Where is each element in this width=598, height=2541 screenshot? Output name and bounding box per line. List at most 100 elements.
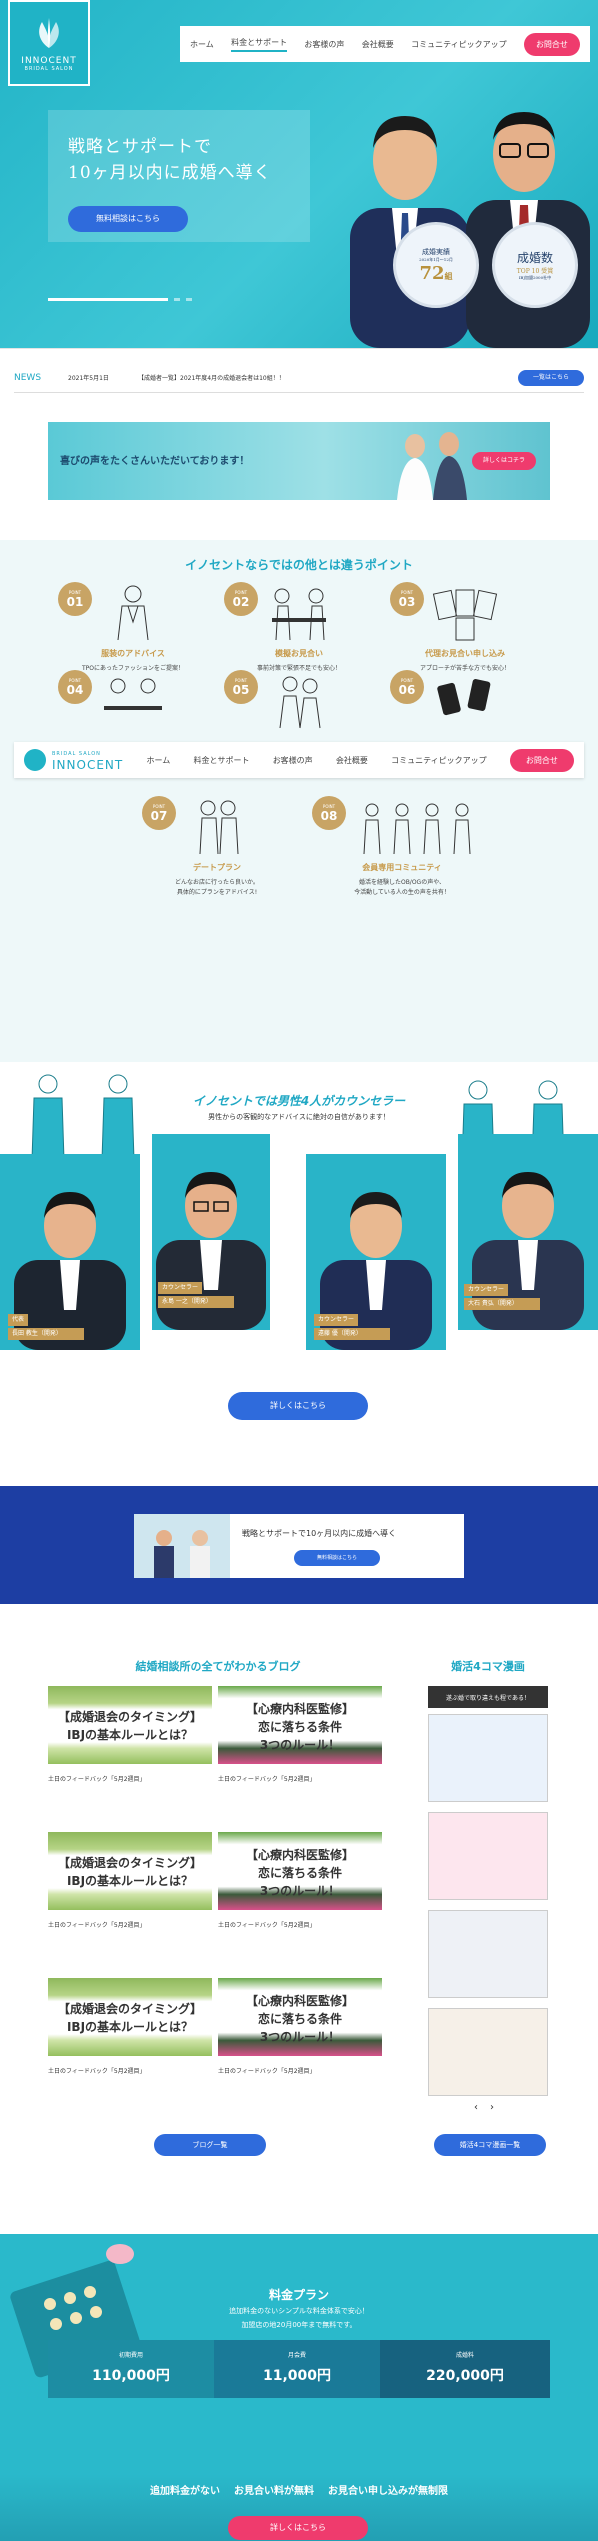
- couple-illustration-icon: [279, 676, 321, 729]
- manga-title: 婚活4コマ漫画: [451, 1660, 525, 1673]
- manga-panel-4[interactable]: [428, 2008, 548, 2096]
- sticky-nav-company[interactable]: 会社概要: [336, 755, 368, 766]
- counselor-1-name: 長田 教生（開発）: [8, 1328, 84, 1340]
- nav-home[interactable]: ホーム: [190, 39, 214, 50]
- nav-voice[interactable]: お客様の声: [304, 39, 344, 50]
- logo[interactable]: INNOCENT BRIDAL SALON: [8, 0, 90, 86]
- voice-banner-text: 喜びの声をたくさんいただいております！: [60, 456, 250, 467]
- points-title: イノセントならではの他とは違うポイント: [185, 558, 413, 572]
- price-initial: 初期費用 110,000円: [48, 2340, 214, 2398]
- point-07: POINT 07 デートプラン どんなお店に行ったら良いか。 具体的にプランをアドバ…: [132, 796, 302, 896]
- voice-detail-button[interactable]: 詳しくはコチラ: [472, 452, 536, 470]
- manga-panel-1[interactable]: [428, 1714, 548, 1802]
- news-date: 2021年5月1日: [68, 375, 109, 382]
- blog-post-2-thumb: 【心療内科医監修】 恋に落ちる条件 3つのルール！: [218, 1686, 382, 1764]
- cta-band-card[interactable]: 戦略とサポートで10ヶ月以内に成婚へ導く 無料相談はこちら: [134, 1514, 464, 1578]
- medal1-value: 72: [419, 262, 445, 284]
- news-bar: NEWS 2021年5月1日 【成婚者一覧】2021年度4月の成婚退会者は10組…: [0, 348, 598, 406]
- sticky-nav-community[interactable]: コミュニティピックアップ: [391, 755, 487, 766]
- point-06-badge: POINT 06: [390, 670, 424, 704]
- point-04-number: 04: [66, 682, 84, 697]
- counselor-card-4[interactable]: カウンセラー 大石 貴弘（開発）: [458, 1134, 598, 1330]
- counselor-3-name: 遠藤 優（開発）: [314, 1328, 390, 1340]
- price-benefits: 追加料金がない お見合い料が無料 お見合い申し込みが無制限: [0, 2482, 598, 2497]
- blog-post-6-title-line2: 恋に落ちる条件: [257, 2012, 342, 2026]
- counselor-2-name: 永島 一之（開発）: [158, 1296, 234, 1308]
- nav-community[interactable]: コミュニティピックアップ: [411, 39, 507, 50]
- blog-post-5-caption: 土日のフィードバック「5月2週目」: [48, 2068, 146, 2075]
- medal-top10: 成婚数 TOP 10 受賞 IBJ加盟2000社中: [492, 222, 578, 308]
- sticky-logo[interactable]: BRIDAL SALON INNOCENT: [24, 749, 123, 771]
- blog-post-6-caption: 土日のフィードバック「5月2週目」: [218, 2068, 316, 2075]
- sticky-header: BRIDAL SALON INNOCENT ホーム 料金とサポート お客様の声 …: [14, 742, 584, 778]
- point-03-number: 03: [398, 594, 416, 609]
- point-08-desc: 婚活を経験したOB/OGの声や、 今活動している人の生の声を共有！: [302, 878, 502, 898]
- counselor-3-role: カウンセラー: [314, 1314, 359, 1326]
- point-01-badge: POINT 01: [58, 582, 92, 616]
- cta-band-button[interactable]: 無料相談はこちら: [294, 1550, 380, 1566]
- hero-catchcopy: 戦略とサポートで 10ヶ月以内に成婚へ導く: [68, 134, 272, 186]
- nav-price[interactable]: 料金とサポート: [231, 37, 288, 52]
- date-plan-illustration-icon: [199, 800, 239, 855]
- benefit-no-extra-fee: 追加料金がない: [150, 2486, 220, 2497]
- counselor-card-1[interactable]: 代表 長田 教生（開発）: [0, 1154, 140, 1350]
- blog-post-6[interactable]: 【心療内科医監修】 恋に落ちる条件 3つのルール！ 土日のフィードバック「5月2週目…: [218, 1978, 382, 2088]
- sticky-logo-icon: [24, 749, 46, 771]
- top-nav: ホーム 料金とサポート お客様の声 会社概要 コミュニティピックアップ お問合せ: [180, 26, 590, 62]
- price-initial-value: 110,000円: [92, 2368, 170, 2384]
- blog-post-4[interactable]: 【心療内科医監修】 恋に落ちる条件 3つのルール！ 土日のフィードバック「5月2週目…: [218, 1832, 382, 1942]
- blog-post-3-title-line2: IBJの基本ルールとは？: [66, 1874, 194, 1888]
- point-07-title: デートプラン: [193, 863, 241, 872]
- medal1-label: 成婚実績: [422, 247, 450, 256]
- blog-post-2[interactable]: 【心療内科医監修】 恋に落ちる条件 3つのルール！ 土日のフィードバック「5月2週目…: [218, 1686, 382, 1796]
- manga-list-button[interactable]: 婚活4コマ漫画一覧: [434, 2134, 546, 2156]
- free-consult-button[interactable]: 無料相談はこちら: [68, 206, 188, 232]
- point-01-number: 01: [66, 594, 84, 609]
- medal2-sub: TOP 10 受賞: [516, 268, 554, 275]
- blog-post-4-title-line3: 3つのルール！: [259, 1884, 341, 1898]
- mock-date-illustration-icon: [272, 588, 326, 641]
- contact-button[interactable]: お問合せ: [523, 32, 580, 56]
- sticky-nav-price[interactable]: 料金とサポート: [193, 755, 249, 766]
- manga-panel-3[interactable]: [428, 1910, 548, 1998]
- blog-post-3[interactable]: 【成婚退会のタイミング】 IBJの基本ルールとは？ 土日のフィードバック「5月2週…: [48, 1832, 212, 1942]
- counselor-detail-button[interactable]: 詳しくはこちら: [228, 1392, 368, 1420]
- blog-post-1-thumb: 【成婚退会のタイミング】 IBJの基本ルールとは？: [48, 1686, 212, 1764]
- counselor-title: イノセントでは男性4人がカウンセラー: [192, 1094, 406, 1108]
- blog-post-4-caption: 土日のフィードバック「5月2週目」: [218, 1922, 316, 1929]
- news-list-button[interactable]: 一覧はこちら: [518, 369, 584, 386]
- logo-tagline: BRIDAL SALON: [24, 66, 74, 72]
- point-07-badge: POINT 07: [142, 796, 176, 830]
- price-detail-button[interactable]: 詳しくはこちら: [228, 2516, 368, 2540]
- blog-post-1[interactable]: 【成婚退会のタイミング】 IBJの基本ルールとは？ 土日のフィードバック「5月2週…: [48, 1686, 212, 1796]
- sticky-nav-voice[interactable]: お客様の声: [273, 755, 313, 766]
- blog-post-5-title-line2: IBJの基本ルールとは？: [66, 2020, 194, 2034]
- news-headline[interactable]: 【成婚者一覧】2021年度4月の成婚退会者は10組！！: [138, 373, 518, 382]
- blog-post-6-title-line3: 3つのルール！: [259, 2030, 341, 2044]
- sticky-contact-button[interactable]: お問合せ: [509, 748, 574, 772]
- point-05-badge: POINT 05: [224, 670, 258, 704]
- blog-list-button[interactable]: ブログ一覧: [154, 2134, 266, 2156]
- slider-indicator[interactable]: [48, 298, 192, 301]
- voice-banner[interactable]: 喜びの声をたくさんいただいております！ 詳しくはコチラ: [48, 422, 550, 500]
- manga-panel-2[interactable]: [428, 1812, 548, 1900]
- sticky-nav-home[interactable]: ホーム: [146, 755, 170, 766]
- price-success: 成婚料 220,000円: [380, 2340, 550, 2398]
- blog-post-5[interactable]: 【成婚退会のタイミング】 IBJの基本ルールとは？ 土日のフィードバック「5月2週…: [48, 1978, 212, 2088]
- next-arrow-icon[interactable]: ›: [490, 2102, 494, 2113]
- price-subtitle-1: 追加料金のないシンプルな料金体系で安心！: [229, 2307, 369, 2315]
- blog-post-4-title-line1: 【心療内科医監修】: [245, 1848, 354, 1862]
- point-05-number: 05: [232, 682, 250, 697]
- community-illustration-icon: [363, 803, 471, 855]
- prev-arrow-icon[interactable]: ‹: [474, 2102, 478, 2113]
- sticky-logo-wordmark: INNOCENT: [52, 758, 124, 772]
- counselor-card-2[interactable]: カウンセラー 永島 一之（開発）: [152, 1134, 270, 1330]
- counselor-card-3[interactable]: カウンセラー 遠藤 優（開発）: [306, 1154, 446, 1350]
- point-08-badge: POINT 08: [312, 796, 346, 830]
- cta-band-text: 戦略とサポートで10ヶ月以内に成婚へ導く: [242, 1529, 397, 1538]
- nav-company[interactable]: 会社概要: [362, 39, 394, 50]
- blog-section: 結婚相談所の全てがわかるブログ 婚活4コマ漫画 【成婚退会のタイミング】 IBJの…: [0, 1604, 598, 2234]
- point-08-desc-line1: 婚活を経験したOB/OGの声や、: [358, 879, 446, 886]
- cta-band: 戦略とサポートで10ヶ月以内に成婚へ導く 無料相談はこちら: [0, 1486, 598, 1604]
- point-03-title: 代理お見合い申し込み: [425, 649, 505, 658]
